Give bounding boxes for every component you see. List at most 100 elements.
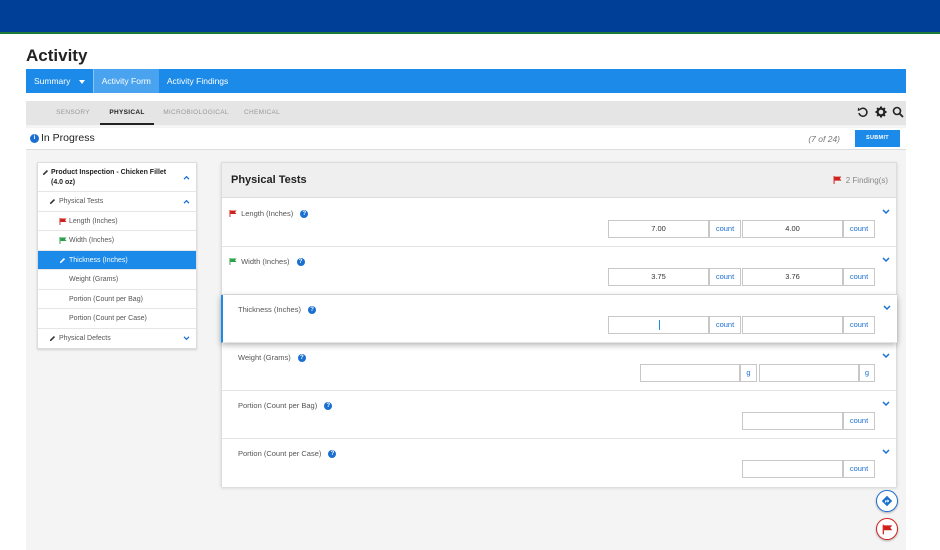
- test-label: Thickness (Inches) ?: [238, 305, 317, 314]
- flag-icon: [833, 176, 841, 184]
- unit-button[interactable]: count: [709, 316, 741, 334]
- flag-icon: [59, 217, 67, 225]
- test-row-length: Length (Inches) ? 7.00 count 4.00 count: [222, 199, 896, 247]
- flag-icon: [882, 524, 893, 535]
- test-label-text: Width (Inches): [241, 257, 290, 266]
- tree-root-label: Product Inspection - Chicken Fillet (4.0…: [51, 169, 167, 186]
- chevron-down-icon[interactable]: [882, 449, 890, 455]
- tab-chemical[interactable]: CHEMICAL: [232, 101, 292, 125]
- chevron-down-icon[interactable]: [883, 305, 891, 311]
- test-label: Width (Inches) ?: [229, 257, 305, 266]
- status-bar: i In Progress (7 of 24) SUBMIT: [26, 128, 906, 150]
- chevron-up-icon[interactable]: [183, 199, 190, 204]
- pencil-icon: [42, 169, 49, 176]
- nav-summary-label: Summary: [34, 76, 71, 86]
- test-label: Portion (Count per Case) ?: [238, 449, 337, 458]
- tree-item-width[interactable]: Width (Inches): [38, 231, 196, 251]
- caret-down-icon: [78, 79, 85, 84]
- gear-icon[interactable]: [875, 106, 887, 118]
- tree-item-label: Portion (Count per Case): [69, 315, 147, 322]
- tree-group-physical-tests[interactable]: Physical Tests: [38, 192, 196, 212]
- search-icon[interactable]: [892, 106, 904, 118]
- status-text: In Progress: [41, 132, 95, 144]
- tree-item-length[interactable]: Length (Inches): [38, 212, 196, 231]
- flag-icon: [229, 258, 237, 265]
- chevron-down-icon[interactable]: [882, 257, 890, 263]
- panel-title: Physical Tests: [231, 174, 307, 186]
- measurement-input[interactable]: 4.00: [742, 220, 843, 238]
- tree-item-label: Thickness (Inches): [69, 256, 128, 264]
- tree-item-label: Weight (Grams): [69, 276, 119, 283]
- page-title: Activity: [26, 46, 88, 65]
- tree-item-label: Portion (Count per Bag): [69, 295, 143, 303]
- measurement-input[interactable]: [742, 460, 843, 478]
- tree-item-label: Length (Inches): [69, 217, 118, 225]
- pencil-icon: [49, 335, 56, 341]
- test-row-portion-bag: Portion (Count per Bag) ? count: [222, 391, 896, 439]
- help-icon[interactable]: ?: [296, 258, 305, 266]
- unit-button[interactable]: count: [843, 220, 875, 238]
- nav-activity-findings[interactable]: Activity Findings: [159, 69, 236, 93]
- submit-button[interactable]: SUBMIT: [855, 130, 900, 147]
- form-tree: Product Inspection - Chicken Fillet (4.0…: [37, 162, 197, 349]
- physical-tests-panel: Physical Tests 2 Finding(s) Length (Inch…: [221, 162, 897, 487]
- add-finding-button[interactable]: [876, 518, 898, 540]
- tree-item-portion-case[interactable]: Portion (Count per Case): [38, 309, 196, 329]
- unit-button[interactable]: count: [843, 460, 875, 478]
- progress-count: (7 of 24): [808, 134, 840, 144]
- measurement-input[interactable]: 7.00: [608, 220, 709, 238]
- unit-button[interactable]: count: [843, 316, 875, 334]
- unit-button[interactable]: count: [709, 220, 741, 238]
- measurement-input[interactable]: 3.75: [608, 268, 709, 286]
- unit-button[interactable]: g: [859, 364, 875, 382]
- test-row-width: Width (Inches) ? 3.75 count 3.76 count: [222, 247, 896, 295]
- help-icon[interactable]: ?: [324, 402, 333, 410]
- tree-root-item[interactable]: Product Inspection - Chicken Fillet (4.0…: [38, 163, 196, 192]
- test-label: Portion (Count per Bag) ?: [238, 401, 333, 410]
- tab-sensory[interactable]: SENSORY: [40, 101, 106, 125]
- flag-icon: [229, 210, 237, 217]
- tree-group-label: Physical Tests: [59, 198, 104, 205]
- measurement-input-active[interactable]: [608, 316, 709, 334]
- test-row-weight: Weight (Grams) ? g g: [222, 343, 896, 391]
- app-header-bar: [0, 0, 940, 34]
- directions-icon: [881, 495, 893, 507]
- help-icon[interactable]: ?: [328, 450, 337, 458]
- help-icon[interactable]: ?: [297, 354, 306, 362]
- activity-form-frame: SENSORY PHYSICAL MICROBIOLOGICAL CHEMICA…: [26, 101, 906, 550]
- test-label-text: Weight (Grams): [238, 353, 291, 362]
- unit-button[interactable]: g: [740, 364, 757, 382]
- measurement-input[interactable]: [742, 316, 843, 334]
- tab-microbiological[interactable]: MICROBIOLOGICAL: [154, 101, 238, 125]
- unit-button[interactable]: count: [709, 268, 741, 286]
- tree-item-portion-bag[interactable]: Portion (Count per Bag): [38, 290, 196, 309]
- measurement-input[interactable]: 3.76: [742, 268, 843, 286]
- tree-item-thickness[interactable]: Thickness (Inches): [38, 250, 196, 270]
- findings-count[interactable]: 2 Finding(s): [833, 176, 888, 185]
- chevron-down-icon[interactable]: [882, 209, 890, 215]
- unit-button[interactable]: count: [843, 412, 875, 430]
- chevron-up-icon[interactable]: [183, 175, 190, 180]
- tree-item-weight[interactable]: Weight (Grams): [38, 270, 196, 290]
- tree-item-label: Width (Inches): [69, 237, 115, 244]
- tree-group-physical-defects[interactable]: Physical Defects: [38, 329, 196, 349]
- test-label-text: Portion (Count per Case): [238, 449, 322, 458]
- nav-activity-form[interactable]: Activity Form: [93, 69, 159, 93]
- tab-physical[interactable]: PHYSICAL: [100, 101, 154, 125]
- flag-icon: [59, 237, 67, 244]
- refresh-icon[interactable]: [857, 106, 869, 118]
- help-icon[interactable]: ?: [308, 306, 317, 314]
- measurement-input[interactable]: [759, 364, 859, 382]
- nav-summary[interactable]: Summary: [26, 69, 93, 93]
- findings-label: 2 Finding(s): [845, 176, 888, 185]
- unit-button[interactable]: count: [843, 268, 875, 286]
- measurement-input[interactable]: [742, 412, 843, 430]
- chevron-down-icon[interactable]: [882, 353, 890, 359]
- measurement-input[interactable]: [640, 364, 740, 382]
- directions-button[interactable]: [876, 490, 898, 512]
- help-icon[interactable]: ?: [300, 210, 309, 218]
- chevron-down-icon[interactable]: [882, 401, 890, 407]
- chevron-down-icon[interactable]: [183, 335, 190, 341]
- test-label: Weight (Grams) ?: [238, 353, 306, 362]
- activity-nav: Summary Activity Form Activity Findings: [26, 69, 906, 93]
